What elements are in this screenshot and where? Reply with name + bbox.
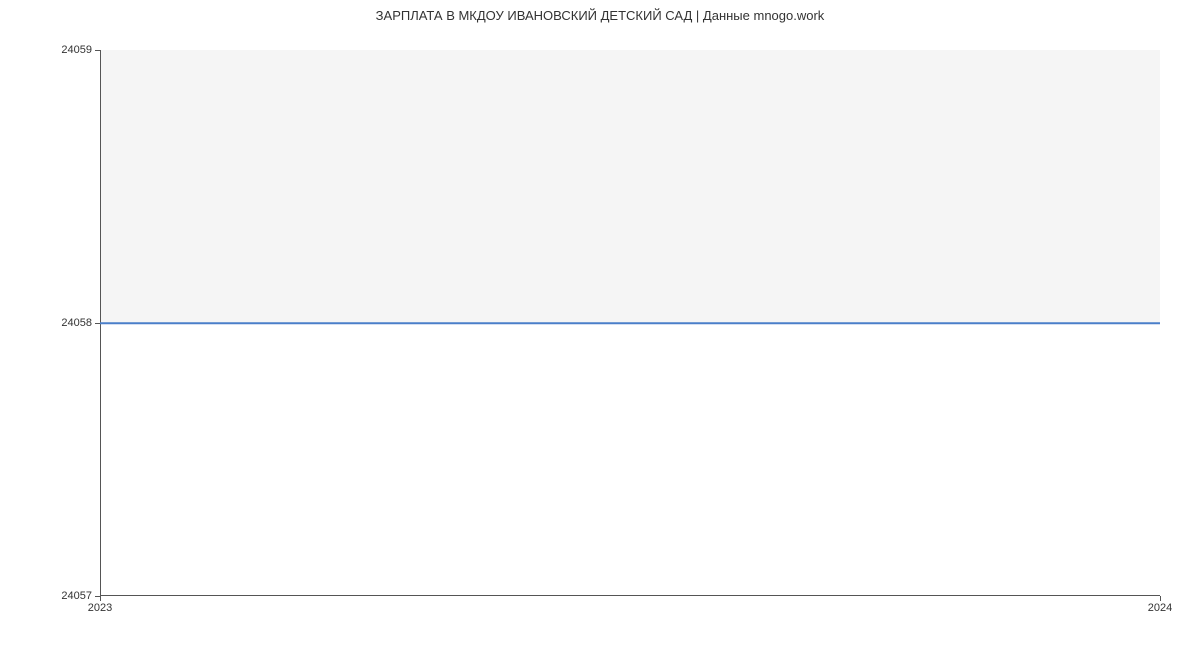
chart-title: ЗАРПЛАТА В МКДОУ ИВАНОВСКИЙ ДЕТСКИЙ САД …: [0, 8, 1200, 23]
chart-plot-area: 24059 24058 24057 2023 2024: [100, 50, 1160, 596]
y-tick-label: 24058: [61, 317, 92, 329]
x-tick-label: 2023: [88, 602, 112, 614]
x-tick: [1160, 596, 1161, 601]
data-line-series: [100, 322, 1160, 324]
plot-background-band: [100, 50, 1160, 323]
x-tick: [100, 596, 101, 601]
y-tick: [95, 50, 100, 51]
x-tick-label: 2024: [1148, 602, 1172, 614]
x-axis-line: [100, 595, 1160, 596]
y-tick-label: 24059: [61, 44, 92, 56]
y-tick-label: 24057: [61, 590, 92, 602]
